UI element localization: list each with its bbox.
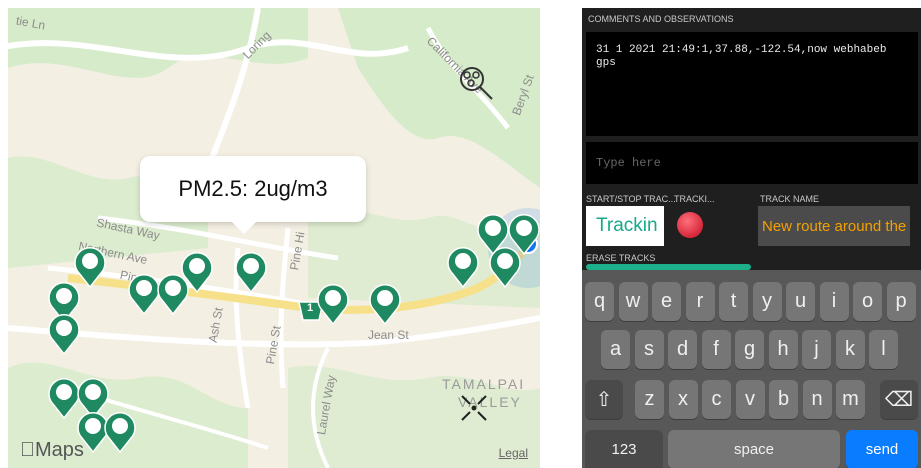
street-label: Jean St [368,328,409,342]
key-u[interactable]: u [786,282,815,321]
erase-tracks-label: ERASE TRACKS [586,253,656,263]
measurement-callout: PM2.5: 2ug/m3 [140,156,366,234]
space-key[interactable]: space [668,430,840,468]
key-p[interactable]: p [886,282,916,321]
route-shield-label: 1 [307,302,314,314]
comments-output: 31 1 2021 21:49:1,37.88,-122.54,now webh… [586,32,918,136]
apple-icon:  [20,439,35,461]
key-z[interactable]: z [635,380,664,419]
comment-input[interactable] [586,142,918,184]
recenter-icon[interactable] [458,392,490,424]
key-v[interactable]: v [735,380,765,419]
area-label: TAMALPAI [442,376,526,392]
sensor-marker-pin-icon[interactable] [366,280,404,326]
sensor-marker-pin-icon[interactable] [178,248,216,294]
key-j[interactable]: j [802,330,831,369]
key-k[interactable]: k [835,330,865,369]
key-w[interactable]: w [618,282,648,321]
tracking-indicator-led [677,212,703,238]
maps-brand-label: Maps [20,439,84,461]
key-t[interactable]: t [719,282,748,321]
key-r[interactable]: r [685,282,715,321]
sensor-marker-pin-icon[interactable] [232,248,270,294]
key-f[interactable]: f [701,330,731,369]
key-d[interactable]: d [668,330,697,369]
sensor-marker-pin-icon[interactable] [45,310,83,356]
shift-key[interactable]: ⇧ [585,380,623,419]
sensor-marker-pin-icon[interactable] [101,408,139,454]
send-key[interactable]: send [846,430,918,468]
numbers-key[interactable]: 123 [585,430,663,468]
comments-label: COMMENTS AND OBSERVATIONS [588,14,734,24]
key-b[interactable]: b [769,380,798,419]
sensor-marker-pin-icon[interactable] [314,280,352,326]
key-x[interactable]: x [668,380,698,419]
track-name-input[interactable] [758,206,910,246]
track-name-label: TRACK NAME [760,194,820,204]
tracker-app: COMMENTS AND OBSERVATIONS 31 1 2021 21:4… [582,8,921,468]
key-n[interactable]: n [802,380,832,419]
key-h[interactable]: h [768,330,798,369]
key-m[interactable]: m [836,380,865,419]
delete-key[interactable]: ⌫ [880,380,918,419]
key-i[interactable]: i [819,282,849,321]
key-q[interactable]: q [585,282,614,321]
key-l[interactable]: l [869,330,898,369]
key-e[interactable]: e [652,282,681,321]
location-search-icon[interactable] [456,63,496,103]
key-y[interactable]: y [752,282,782,321]
key-a[interactable]: a [601,330,630,369]
key-s[interactable]: s [634,330,664,369]
key-c[interactable]: c [702,380,731,419]
map-view[interactable]: tie Ln Loring California Ave Beryl St Sh… [8,8,540,468]
sensor-marker-pin-icon[interactable] [505,210,540,256]
legal-link[interactable]: Legal [499,446,528,460]
start-stop-tracking-button[interactable]: Trackin [586,206,664,246]
key-g[interactable]: g [735,330,764,369]
tracking-indicator-label: TRACKI... [674,194,715,204]
key-o[interactable]: o [853,282,882,321]
start-stop-label: START/STOP TRAC... [586,194,676,204]
on-screen-keyboard: q w e r t y u i o p a s d f g h j k l ⇧ z x c v b n m ⌫ 123 space send [582,270,921,468]
maps-brand: Maps [20,439,84,462]
